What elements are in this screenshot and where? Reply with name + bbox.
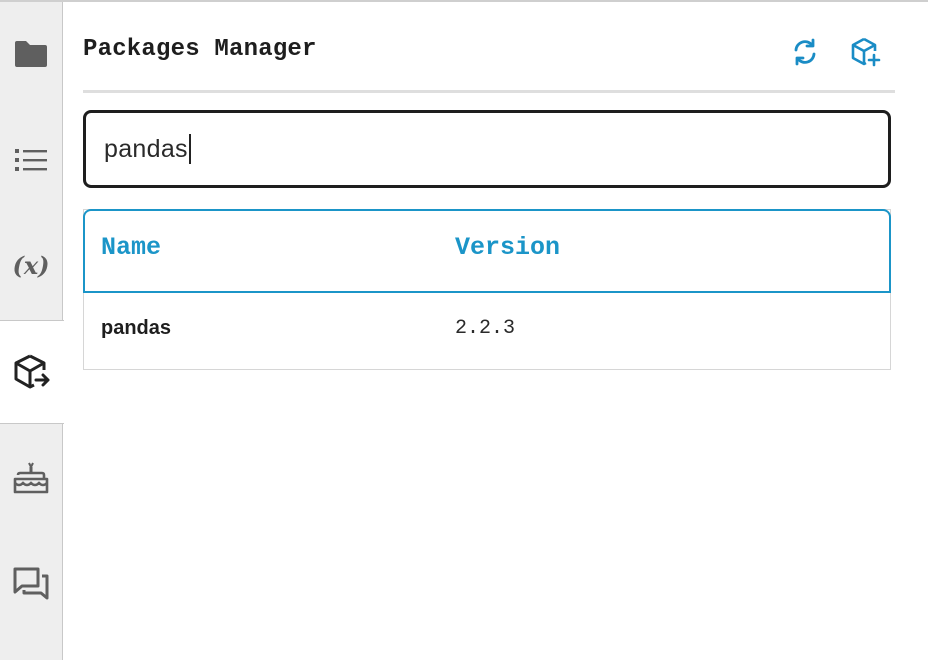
chat-icon — [12, 566, 50, 602]
activity-item-variables[interactable]: (x) — [0, 214, 62, 318]
package-add-icon — [849, 36, 881, 73]
activity-item-extensions[interactable] — [0, 426, 62, 530]
panel-title: Packages Manager — [83, 36, 317, 63]
list-icon — [13, 145, 49, 175]
activity-item-packages[interactable] — [0, 320, 64, 424]
column-header-name[interactable]: Name — [101, 233, 161, 262]
text-caret — [188, 134, 191, 164]
refresh-icon — [791, 38, 819, 71]
package-version-cell: 2.2.3 — [455, 317, 516, 340]
packages-panel: Packages Manager pandas Name Version pan… — [63, 2, 928, 660]
search-input-value: pandas — [104, 134, 188, 163]
header-divider — [83, 90, 895, 93]
activity-item-outline[interactable] — [0, 108, 62, 212]
activity-item-files[interactable] — [0, 2, 62, 106]
svg-text:(x): (x) — [12, 251, 49, 280]
add-package-button[interactable] — [849, 36, 881, 73]
refresh-button[interactable] — [789, 38, 821, 70]
package-name-cell: pandas — [101, 317, 172, 339]
cake-icon — [12, 461, 50, 495]
folder-icon — [13, 39, 49, 69]
package-search-input[interactable]: pandas — [83, 110, 891, 188]
packages-table: Name Version pandas 2.2.3 — [83, 209, 891, 370]
package-export-icon — [12, 352, 52, 392]
app-frame: (x) Packages Manager pandas Name Version… — [0, 0, 928, 660]
column-header-version[interactable]: Version — [455, 233, 560, 262]
table-header: Name Version — [83, 209, 891, 293]
activity-bar: (x) — [0, 2, 64, 660]
activity-item-chat[interactable] — [0, 532, 62, 636]
variable-icon: (x) — [11, 249, 51, 283]
table-row[interactable]: pandas 2.2.3 — [84, 293, 890, 369]
